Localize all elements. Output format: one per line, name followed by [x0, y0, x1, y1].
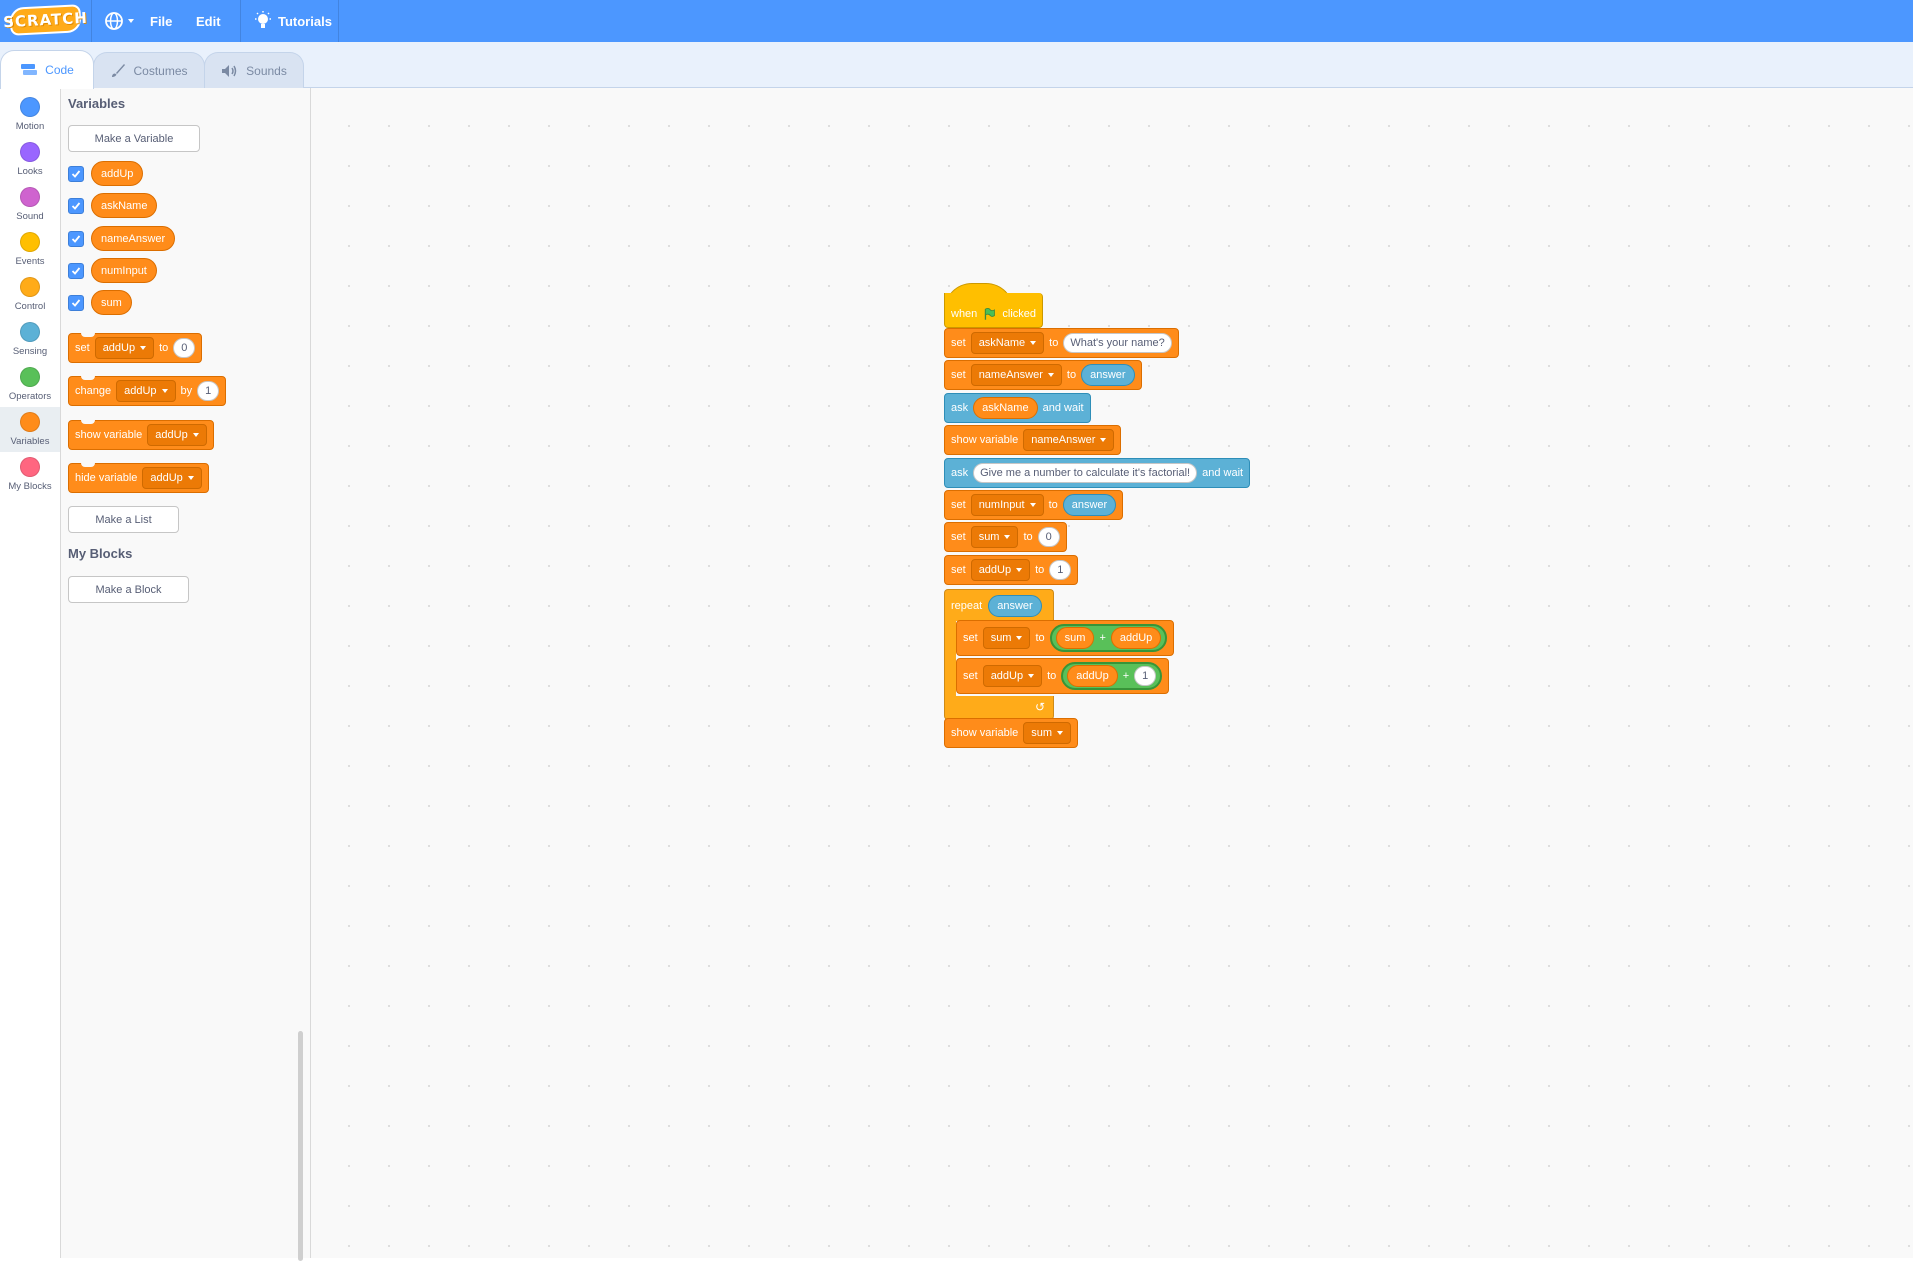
sum-reporter[interactable]: sum — [1055, 627, 1095, 649]
variable-dropdown[interactable]: sum — [970, 526, 1019, 548]
variable-dropdown[interactable]: sum — [982, 627, 1031, 649]
askname-reporter[interactable]: askName — [973, 397, 1038, 419]
chevron-down-icon — [1029, 503, 1036, 507]
set-sum-to-sum-plus-addup-block[interactable]: set sum to sum + addUp — [956, 620, 1175, 656]
show-variable-sum-block[interactable]: show variable sum — [944, 718, 1079, 748]
script-layer: when clicked set askName to What's your … — [0, 0, 1913, 1258]
text-input[interactable]: What's your name? — [1063, 333, 1172, 353]
repeat-arm — [944, 621, 956, 696]
tab-code[interactable]: Code — [0, 50, 94, 89]
variable-dropdown[interactable]: nameAnswer — [1023, 429, 1115, 451]
value-input[interactable]: 1 — [1049, 560, 1072, 580]
when-flag-clicked-block[interactable]: when clicked — [944, 283, 1043, 328]
variable-dropdown[interactable]: askName — [970, 332, 1045, 354]
variable-dropdown[interactable]: addUp — [970, 559, 1031, 581]
green-flag-icon — [985, 308, 996, 320]
set-numinput-block[interactable]: set numInput to answer — [944, 490, 1124, 520]
chevron-down-icon — [1047, 373, 1054, 377]
set-nameanswer-block[interactable]: set nameAnswer to answer — [944, 360, 1142, 390]
ask-number-block[interactable]: ask Give me a number to calculate it's f… — [944, 458, 1251, 488]
code-workspace[interactable]: when clicked set askName to What's your … — [311, 88, 1913, 1258]
hat-body: when clicked — [944, 293, 1043, 328]
value-input[interactable]: 1 — [1134, 666, 1157, 686]
chevron-down-icon — [1057, 731, 1064, 735]
loop-arrow-icon: ↺ — [1034, 700, 1045, 714]
code-icon — [21, 64, 38, 75]
set-sum-block[interactable]: set sum to 0 — [944, 522, 1067, 552]
chevron-down-icon — [1004, 535, 1011, 539]
variable-dropdown[interactable]: numInput — [970, 494, 1044, 516]
chevron-down-icon — [1016, 568, 1023, 572]
addition-operator[interactable]: sum + addUp — [1049, 624, 1168, 652]
ask-and-wait-block[interactable]: ask askName and wait — [944, 393, 1091, 423]
answer-reporter[interactable]: answer — [1081, 364, 1135, 386]
chevron-down-icon — [1016, 636, 1023, 640]
value-input[interactable]: 0 — [1037, 527, 1060, 547]
variable-dropdown[interactable]: sum — [1023, 722, 1072, 744]
addup-reporter[interactable]: addUp — [1067, 665, 1118, 687]
answer-reporter[interactable]: answer — [988, 594, 1042, 617]
show-variable-nameanswer-block[interactable]: show variable nameAnswer — [944, 425, 1122, 455]
addup-reporter[interactable]: addUp — [1110, 627, 1162, 649]
answer-reporter[interactable]: answer — [1062, 494, 1117, 516]
repeat-header: repeat answer — [944, 589, 1054, 621]
chevron-down-icon — [1100, 438, 1107, 442]
addition-operator[interactable]: addUp + 1 — [1061, 662, 1163, 690]
variable-dropdown[interactable]: addUp — [982, 665, 1043, 687]
variable-dropdown[interactable]: nameAnswer — [970, 364, 1062, 386]
text-input[interactable]: Give me a number to calculate it's facto… — [973, 463, 1198, 483]
set-addup-block[interactable]: set addUp to 1 — [944, 555, 1079, 585]
chevron-down-icon — [1030, 341, 1037, 345]
set-askname-block[interactable]: set askName to What's your name? — [944, 328, 1179, 358]
set-addup-to-addup-plus-one-block[interactable]: set addUp to addUp + 1 — [956, 658, 1170, 694]
chevron-down-icon — [1028, 674, 1035, 678]
repeat-footer: ↺ — [944, 696, 1054, 720]
